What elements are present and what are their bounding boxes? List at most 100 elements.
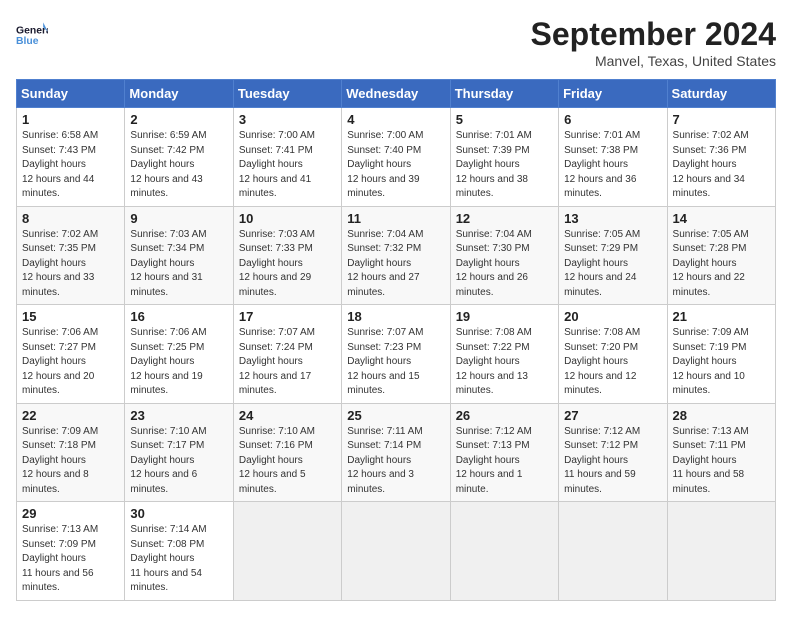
day-number: 22 (22, 408, 119, 423)
day-info: Sunrise: 7:03 AMSunset: 7:33 PMDaylight … (239, 228, 336, 301)
page-header: General Blue September 2024 Manvel, Texa… (16, 16, 776, 69)
day-number: 5 (456, 112, 553, 127)
calendar-week-2: 8Sunrise: 7:02 AMSunset: 7:35 PMDaylight… (17, 206, 776, 305)
svg-text:Blue: Blue (16, 36, 39, 47)
day-info: Sunrise: 7:00 AMSunset: 7:40 PMDaylight … (347, 129, 444, 202)
day-number: 28 (673, 408, 770, 423)
calendar-cell: 27 Sunrise: 7:12 AMSunset: 7:12 PMDayligh… (559, 403, 667, 502)
calendar-cell: 26 Sunrise: 7:12 AMSunset: 7:13 PMDayligh… (450, 403, 558, 502)
day-info: Sunrise: 7:10 AMSunset: 7:16 PMDaylight … (239, 425, 336, 498)
calendar-cell: 17Sunrise: 7:07 AMSunset: 7:24 PMDayligh… (233, 305, 341, 404)
day-info: Sunrise: 7:14 AMSunset: 7:08 PMDaylight … (130, 523, 227, 596)
day-number: 3 (239, 112, 336, 127)
calendar-cell: 9Sunrise: 7:03 AMSunset: 7:34 PMDaylight… (125, 206, 233, 305)
col-header-sunday: Sunday (17, 80, 125, 108)
calendar-cell: 18Sunrise: 7:07 AMSunset: 7:23 PMDayligh… (342, 305, 450, 404)
calendar-cell: 3 Sunrise: 7:00 AMSunset: 7:41 PMDaylight… (233, 108, 341, 207)
col-header-friday: Friday (559, 80, 667, 108)
col-header-tuesday: Tuesday (233, 80, 341, 108)
day-info: Sunrise: 7:09 AMSunset: 7:19 PMDaylight … (673, 326, 770, 399)
calendar-cell: 22 Sunrise: 7:09 AMSunset: 7:18 PMDayligh… (17, 403, 125, 502)
day-number: 9 (130, 211, 227, 226)
calendar-cell: 20 Sunrise: 7:08 AMSunset: 7:20 PMDayligh… (559, 305, 667, 404)
day-number: 29 (22, 506, 119, 521)
day-number: 24 (239, 408, 336, 423)
day-info: Sunrise: 7:12 AMSunset: 7:13 PMDaylight … (456, 425, 553, 498)
calendar-cell: 29Sunrise: 7:13 AMSunset: 7:09 PMDayligh… (17, 502, 125, 601)
calendar-cell: 24 Sunrise: 7:10 AMSunset: 7:16 PMDayligh… (233, 403, 341, 502)
day-number: 25 (347, 408, 444, 423)
calendar-cell: 4 Sunrise: 7:00 AMSunset: 7:40 PMDaylight… (342, 108, 450, 207)
day-number: 26 (456, 408, 553, 423)
day-info: Sunrise: 7:11 AMSunset: 7:14 PMDaylight … (347, 425, 444, 498)
calendar-cell: 21Sunrise: 7:09 AMSunset: 7:19 PMDayligh… (667, 305, 775, 404)
day-info: Sunrise: 7:01 AMSunset: 7:39 PMDaylight … (456, 129, 553, 202)
day-number: 11 (347, 211, 444, 226)
calendar-table: SundayMondayTuesdayWednesdayThursdayFrid… (16, 79, 776, 601)
day-info: Sunrise: 7:05 AMSunset: 7:28 PMDaylight … (673, 228, 770, 301)
day-info: Sunrise: 7:08 AMSunset: 7:20 PMDaylight … (564, 326, 661, 399)
calendar-cell: 30 Sunrise: 7:14 AMSunset: 7:08 PMDayligh… (125, 502, 233, 601)
calendar-cell: 10 Sunrise: 7:03 AMSunset: 7:33 PMDayligh… (233, 206, 341, 305)
calendar-cell: 12Sunrise: 7:04 AMSunset: 7:30 PMDayligh… (450, 206, 558, 305)
calendar-cell: 7Sunrise: 7:02 AMSunset: 7:36 PMDaylight… (667, 108, 775, 207)
month-title: September 2024 (531, 16, 776, 53)
day-info: Sunrise: 7:05 AMSunset: 7:29 PMDaylight … (564, 228, 661, 301)
day-number: 15 (22, 309, 119, 324)
calendar-week-5: 29Sunrise: 7:13 AMSunset: 7:09 PMDayligh… (17, 502, 776, 601)
day-info: Sunrise: 7:00 AMSunset: 7:41 PMDaylight … (239, 129, 336, 202)
calendar-cell: 25 Sunrise: 7:11 AMSunset: 7:14 PMDayligh… (342, 403, 450, 502)
day-number: 27 (564, 408, 661, 423)
calendar-cell: 5 Sunrise: 7:01 AMSunset: 7:39 PMDaylight… (450, 108, 558, 207)
day-number: 1 (22, 112, 119, 127)
calendar-cell: 28 Sunrise: 7:13 AMSunset: 7:11 PMDayligh… (667, 403, 775, 502)
day-info: Sunrise: 7:13 AMSunset: 7:11 PMDaylight … (673, 425, 770, 498)
day-number: 13 (564, 211, 661, 226)
day-info: Sunrise: 7:12 AMSunset: 7:12 PMDaylight … (564, 425, 661, 498)
day-info: Sunrise: 7:01 AMSunset: 7:38 PMDaylight … (564, 129, 661, 202)
calendar-cell (559, 502, 667, 601)
day-info: Sunrise: 7:07 AMSunset: 7:24 PMDaylight … (239, 326, 336, 399)
col-header-monday: Monday (125, 80, 233, 108)
day-number: 10 (239, 211, 336, 226)
day-info: Sunrise: 7:10 AMSunset: 7:17 PMDaylight … (130, 425, 227, 498)
calendar-cell (667, 502, 775, 601)
day-number: 6 (564, 112, 661, 127)
calendar-week-1: 1 Sunrise: 6:58 AMSunset: 7:43 PMDaylight… (17, 108, 776, 207)
day-number: 19 (456, 309, 553, 324)
calendar-cell: 11 Sunrise: 7:04 AMSunset: 7:32 PMDayligh… (342, 206, 450, 305)
calendar-cell: 19Sunrise: 7:08 AMSunset: 7:22 PMDayligh… (450, 305, 558, 404)
day-info: Sunrise: 7:04 AMSunset: 7:30 PMDaylight … (456, 228, 553, 301)
day-info: Sunrise: 7:06 AMSunset: 7:25 PMDaylight … (130, 326, 227, 399)
day-number: 14 (673, 211, 770, 226)
calendar-cell: 13 Sunrise: 7:05 AMSunset: 7:29 PMDayligh… (559, 206, 667, 305)
calendar-cell (450, 502, 558, 601)
day-info: Sunrise: 7:04 AMSunset: 7:32 PMDaylight … (347, 228, 444, 301)
day-info: Sunrise: 6:58 AMSunset: 7:43 PMDaylight … (22, 129, 119, 202)
logo: General Blue (16, 16, 48, 48)
day-info: Sunrise: 7:06 AMSunset: 7:27 PMDaylight … (22, 326, 119, 399)
day-number: 2 (130, 112, 227, 127)
day-info: Sunrise: 7:02 AMSunset: 7:35 PMDaylight … (22, 228, 119, 301)
svg-text:General: General (16, 26, 48, 37)
day-info: Sunrise: 7:07 AMSunset: 7:23 PMDaylight … (347, 326, 444, 399)
day-info: Sunrise: 7:02 AMSunset: 7:36 PMDaylight … (673, 129, 770, 202)
calendar-cell (233, 502, 341, 601)
day-number: 16 (130, 309, 227, 324)
day-number: 20 (564, 309, 661, 324)
logo-icon: General Blue (16, 16, 48, 48)
calendar-cell: 14 Sunrise: 7:05 AMSunset: 7:28 PMDayligh… (667, 206, 775, 305)
day-info: Sunrise: 7:09 AMSunset: 7:18 PMDaylight … (22, 425, 119, 498)
calendar-cell: 1 Sunrise: 6:58 AMSunset: 7:43 PMDaylight… (17, 108, 125, 207)
calendar-cell: 8Sunrise: 7:02 AMSunset: 7:35 PMDaylight… (17, 206, 125, 305)
calendar-week-4: 22 Sunrise: 7:09 AMSunset: 7:18 PMDayligh… (17, 403, 776, 502)
day-number: 4 (347, 112, 444, 127)
col-header-thursday: Thursday (450, 80, 558, 108)
title-block: September 2024 Manvel, Texas, United Sta… (531, 16, 776, 69)
day-number: 23 (130, 408, 227, 423)
calendar-cell: 2Sunrise: 6:59 AMSunset: 7:42 PMDaylight… (125, 108, 233, 207)
location: Manvel, Texas, United States (531, 53, 776, 69)
calendar-cell (342, 502, 450, 601)
calendar-week-3: 15 Sunrise: 7:06 AMSunset: 7:27 PMDayligh… (17, 305, 776, 404)
day-number: 30 (130, 506, 227, 521)
